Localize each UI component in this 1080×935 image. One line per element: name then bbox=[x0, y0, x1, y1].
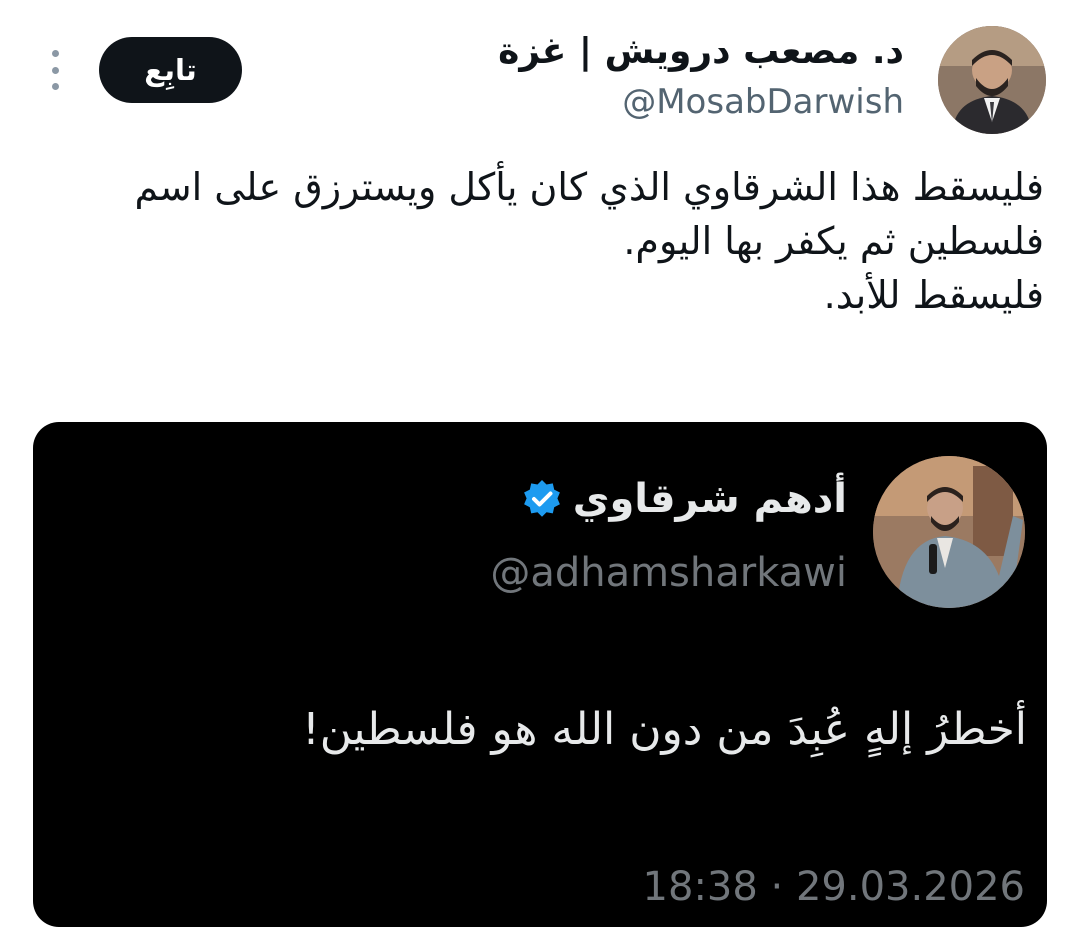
quoted-author-avatar bbox=[873, 456, 1025, 608]
author-avatar[interactable] bbox=[938, 26, 1046, 134]
quoted-timestamp: 18:38 · 29.03.2026 bbox=[642, 864, 1025, 910]
author-display-name[interactable]: د. مصعب درويش | غزة bbox=[498, 30, 904, 74]
tweet-text: فليسقط هذا الشرقاوي الذي كان يأكل ويسترز… bbox=[54, 160, 1044, 322]
quoted-handle: @adhamsharkawi bbox=[490, 550, 847, 596]
quoted-text: أخطرُ إلهٍ عُبِدَ من دون الله هو فلسطين! bbox=[302, 704, 1027, 755]
tweet-line: فليسقط للأبد. bbox=[823, 273, 1044, 317]
more-vertical-icon[interactable] bbox=[46, 50, 64, 90]
more-dot bbox=[51, 66, 59, 74]
more-dot bbox=[51, 83, 59, 90]
tweet-line: فليسقط هذا الشرقاوي الذي كان يأكل ويسترز… bbox=[134, 165, 1044, 209]
more-dot bbox=[51, 50, 59, 57]
quoted-author-info: أدهم شرقاوي @adhamsharkawi bbox=[490, 474, 847, 598]
follow-button[interactable]: تابِع bbox=[99, 37, 242, 103]
verified-badge-icon bbox=[523, 480, 560, 517]
quoted-display-name: أدهم شرقاوي bbox=[572, 476, 847, 522]
tweet-line: فلسطين ثم يكفر بها اليوم. bbox=[623, 219, 1044, 263]
author-info: د. مصعب درويش | غزة @MosabDarwish bbox=[498, 30, 904, 124]
attached-image-card[interactable]: أدهم شرقاوي @adhamsharkawi أخطرُ إلهٍ عُ… bbox=[33, 422, 1047, 927]
quoted-name-row: أدهم شرقاوي bbox=[490, 474, 847, 524]
author-handle[interactable]: @MosabDarwish bbox=[498, 80, 904, 124]
